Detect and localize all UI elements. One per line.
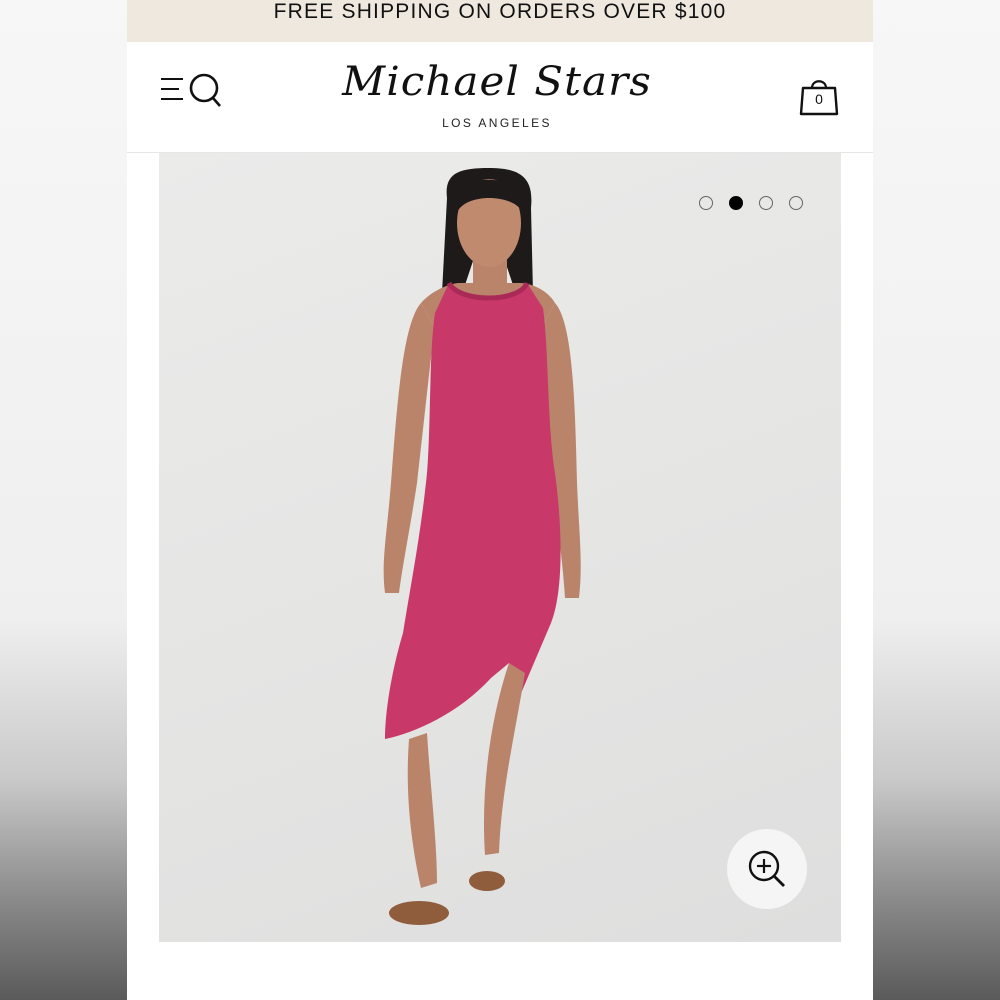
search-icon[interactable] — [189, 73, 221, 107]
menu-search-button[interactable] — [159, 72, 225, 112]
product-image-gallery[interactable] — [159, 153, 841, 942]
carousel-dot-1[interactable] — [699, 196, 713, 210]
brand-logo[interactable]: Michael Stars LOS ANGELES — [317, 56, 677, 136]
promo-text: FREE SHIPPING ON ORDERS OVER $100 — [273, 0, 727, 23]
zoom-button[interactable] — [727, 829, 807, 909]
menu-icon[interactable] — [161, 78, 183, 100]
carousel-dot-3[interactable] — [759, 196, 773, 210]
right-backdrop — [873, 0, 1000, 1000]
carousel-dot-2-active[interactable] — [729, 196, 743, 210]
left-backdrop — [0, 0, 127, 1000]
logo-wordmark: Michael Stars — [342, 59, 652, 105]
site-header: Michael Stars LOS ANGELES 0 — [127, 42, 873, 153]
carousel-dots — [699, 196, 803, 210]
logo-subtitle: LOS ANGELES — [442, 116, 552, 130]
carousel-dot-4[interactable] — [789, 196, 803, 210]
cart-count: 0 — [815, 91, 823, 107]
zoom-in-icon — [748, 850, 785, 887]
product-photo — [383, 168, 581, 925]
cart-button[interactable]: 0 — [795, 74, 843, 120]
mobile-page: FREE SHIPPING ON ORDERS OVER $100 Michae… — [127, 0, 873, 1000]
promo-banner: FREE SHIPPING ON ORDERS OVER $100 — [127, 0, 873, 42]
